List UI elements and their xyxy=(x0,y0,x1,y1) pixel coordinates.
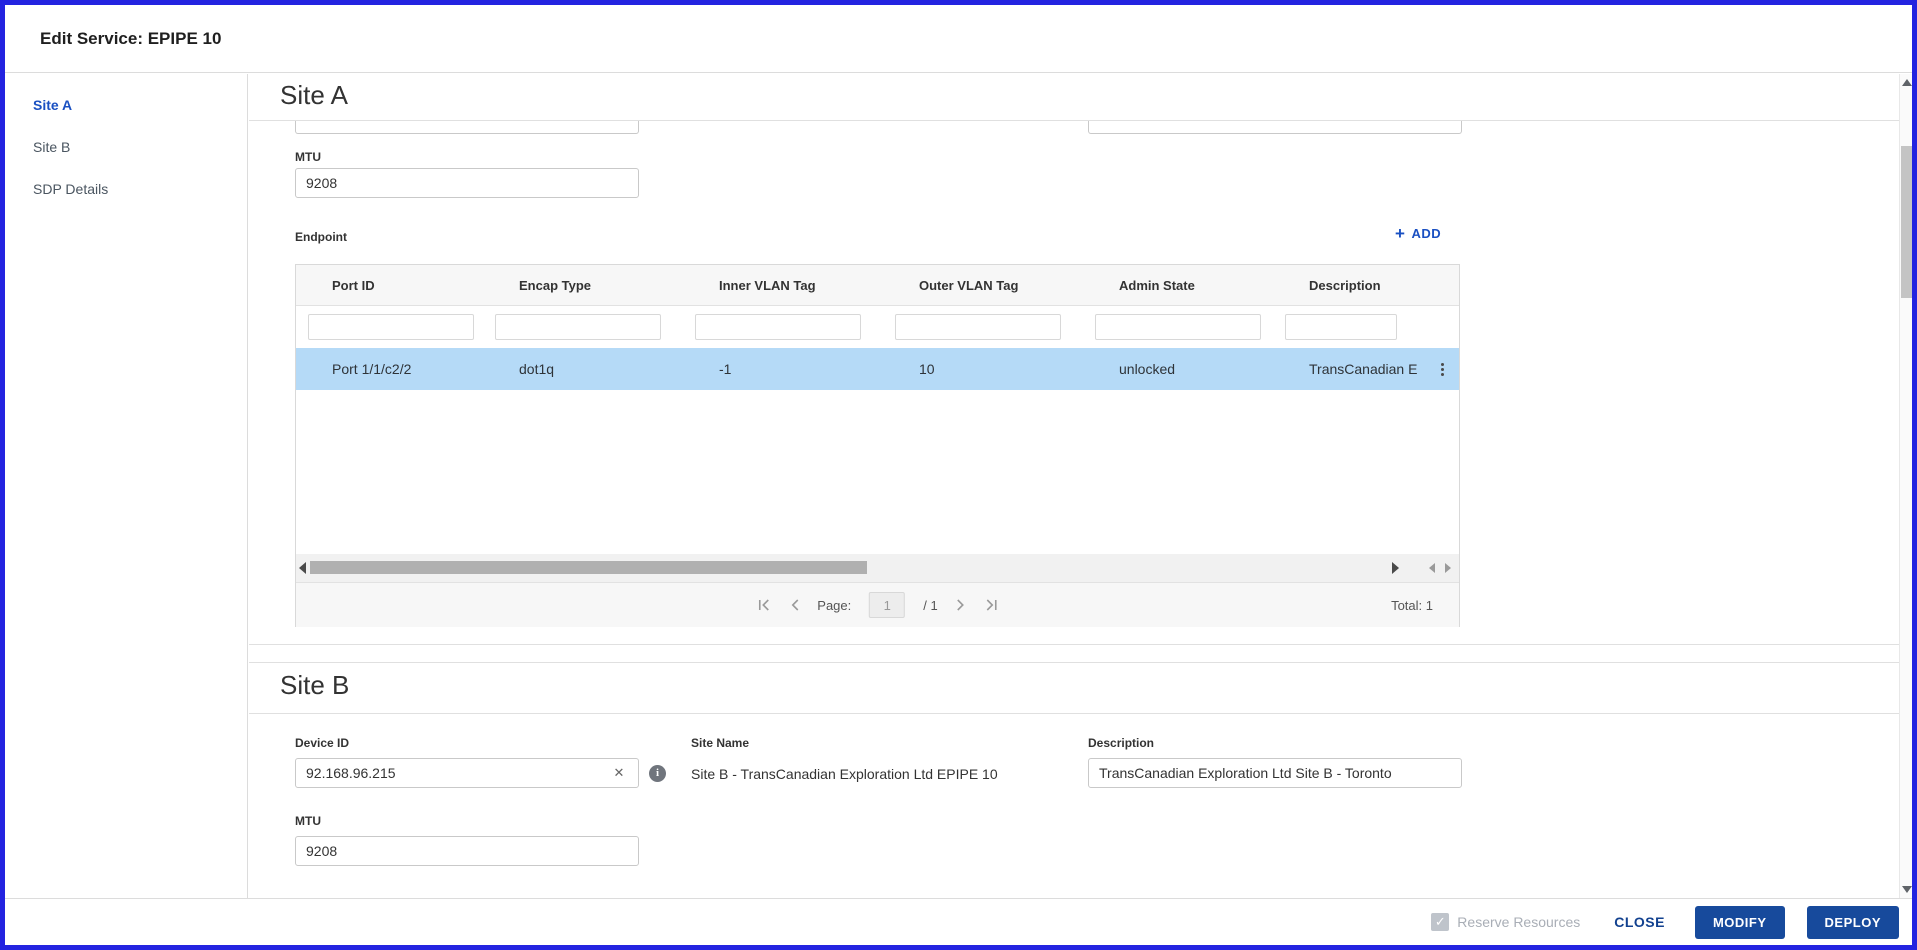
filter-input-port-id[interactable] xyxy=(308,314,474,340)
site-a-description-field-partial[interactable] xyxy=(1088,121,1462,134)
scroll-up-arrow-icon[interactable] xyxy=(1902,79,1912,86)
endpoint-table-row-selected[interactable]: Port 1/1/c2/2 dot1q -1 10 unlocked Trans… xyxy=(296,348,1459,390)
site-b-heading: Site B xyxy=(280,670,350,700)
add-button-label: ADD xyxy=(1411,226,1442,241)
sidebar-item-sdp-details[interactable]: SDP Details xyxy=(5,168,247,210)
site-b-description-field[interactable] xyxy=(1088,758,1462,788)
deploy-button[interactable]: DEPLOY xyxy=(1806,905,1899,939)
vertical-scrollbar[interactable] xyxy=(1899,74,1912,898)
first-page-icon[interactable] xyxy=(756,598,771,612)
endpoint-add-button[interactable]: + ADD xyxy=(1395,224,1455,243)
site-a-mtu-field[interactable] xyxy=(295,168,639,198)
last-page-icon[interactable] xyxy=(984,598,999,612)
main-content: Site A MTU Endpoint + ADD Port ID Encap … xyxy=(249,74,1899,898)
site-b-description-label: Description xyxy=(1088,736,1155,750)
column-header-description: Description xyxy=(1309,277,1381,293)
cell-outer-vlan-tag: 10 xyxy=(919,361,935,377)
cell-admin-state: unlocked xyxy=(1119,361,1176,377)
site-b-device-id-field[interactable] xyxy=(295,758,639,788)
scroll-right-arrow-icon[interactable] xyxy=(1392,562,1399,574)
filter-input-description[interactable] xyxy=(1285,314,1397,340)
column-header-encap-type: Encap Type xyxy=(519,277,592,293)
horizontal-scrollbar-thumb[interactable] xyxy=(310,561,867,574)
dialog-title: Edit Service: EPIPE 10 xyxy=(40,29,222,48)
column-header-outer-vlan-tag: Outer VLAN Tag xyxy=(919,277,1019,293)
table-horizontal-scrollbar[interactable] xyxy=(296,554,1459,582)
cell-description: TransCanadian E xyxy=(1309,361,1418,377)
divider xyxy=(249,713,1899,714)
endpoint-table-filter-row xyxy=(296,306,1459,348)
endpoint-table: Port ID Encap Type Inner VLAN Tag Outer … xyxy=(295,264,1460,627)
section-nav-sidebar: Site A Site B SDP Details xyxy=(5,74,248,898)
page-label: Page: xyxy=(817,597,852,613)
column-header-admin-state: Admin State xyxy=(1119,277,1195,293)
site-a-mtu-label: MTU xyxy=(295,150,321,164)
scroll-left-arrow-icon[interactable] xyxy=(299,562,306,574)
edit-service-dialog: Edit Service: EPIPE 10 Site A Site B SDP… xyxy=(0,0,1917,950)
vertical-scrollbar-thumb[interactable] xyxy=(1901,146,1912,298)
site-b-mtu-label: MTU xyxy=(295,814,321,828)
total-count-label: Total: 1 xyxy=(1391,598,1433,613)
page-count-label: / 1 xyxy=(923,597,938,613)
scroll-down-arrow-icon[interactable] xyxy=(1902,886,1912,893)
site-a-heading: Site A xyxy=(280,80,348,110)
sidebar-item-site-a[interactable]: Site A xyxy=(5,84,247,126)
close-button[interactable]: CLOSE xyxy=(1614,914,1665,930)
site-b-site-name-value: Site B - TransCanadian Exploration Ltd E… xyxy=(691,766,998,782)
filter-input-outer-vlan-tag[interactable] xyxy=(895,314,1061,340)
filter-input-encap-type[interactable] xyxy=(495,314,661,340)
plus-icon: + xyxy=(1395,224,1406,243)
endpoint-table-header-row: Port ID Encap Type Inner VLAN Tag Outer … xyxy=(296,265,1459,306)
column-header-inner-vlan-tag: Inner VLAN Tag xyxy=(719,277,816,293)
page-number-input[interactable] xyxy=(869,592,906,618)
title-bar: Edit Service: EPIPE 10 xyxy=(5,5,1912,73)
column-scroll-prev-icon[interactable] xyxy=(1429,563,1435,573)
next-page-icon[interactable] xyxy=(956,598,966,612)
table-pagination-bar: Page: / 1 Total: 1 xyxy=(296,582,1459,627)
sidebar-item-site-b[interactable]: Site B xyxy=(5,126,247,168)
cell-inner-vlan-tag: -1 xyxy=(719,361,732,377)
site-a-device-id-field-partial[interactable] xyxy=(295,121,639,134)
cell-port-id: Port 1/1/c2/2 xyxy=(332,361,412,377)
site-b-mtu-field[interactable] xyxy=(295,836,639,866)
filter-input-admin-state[interactable] xyxy=(1095,314,1261,340)
table-empty-area xyxy=(296,390,1459,554)
reserve-resources-checkbox[interactable]: ✓ xyxy=(1431,913,1450,931)
modify-button[interactable]: MODIFY xyxy=(1694,905,1785,939)
info-icon[interactable]: i xyxy=(649,765,666,782)
cell-encap-type: dot1q xyxy=(519,361,555,377)
filter-input-inner-vlan-tag[interactable] xyxy=(695,314,861,340)
column-scroll-next-icon[interactable] xyxy=(1445,563,1451,573)
action-footer: ✓ Reserve Resources CLOSE MODIFY DEPLOY xyxy=(5,898,1912,945)
row-menu-kebab-icon[interactable] xyxy=(1433,358,1451,380)
divider xyxy=(249,644,1899,645)
site-b-device-id-label: Device ID xyxy=(295,736,350,750)
site-b-site-name-label: Site Name xyxy=(691,736,750,750)
column-header-port-id: Port ID xyxy=(332,277,375,293)
reserve-resources-label: Reserve Resources xyxy=(1457,914,1581,930)
clear-icon[interactable]: ✕ xyxy=(611,765,627,781)
endpoint-label: Endpoint xyxy=(295,230,347,244)
previous-page-icon[interactable] xyxy=(789,598,799,612)
divider xyxy=(249,662,1899,663)
